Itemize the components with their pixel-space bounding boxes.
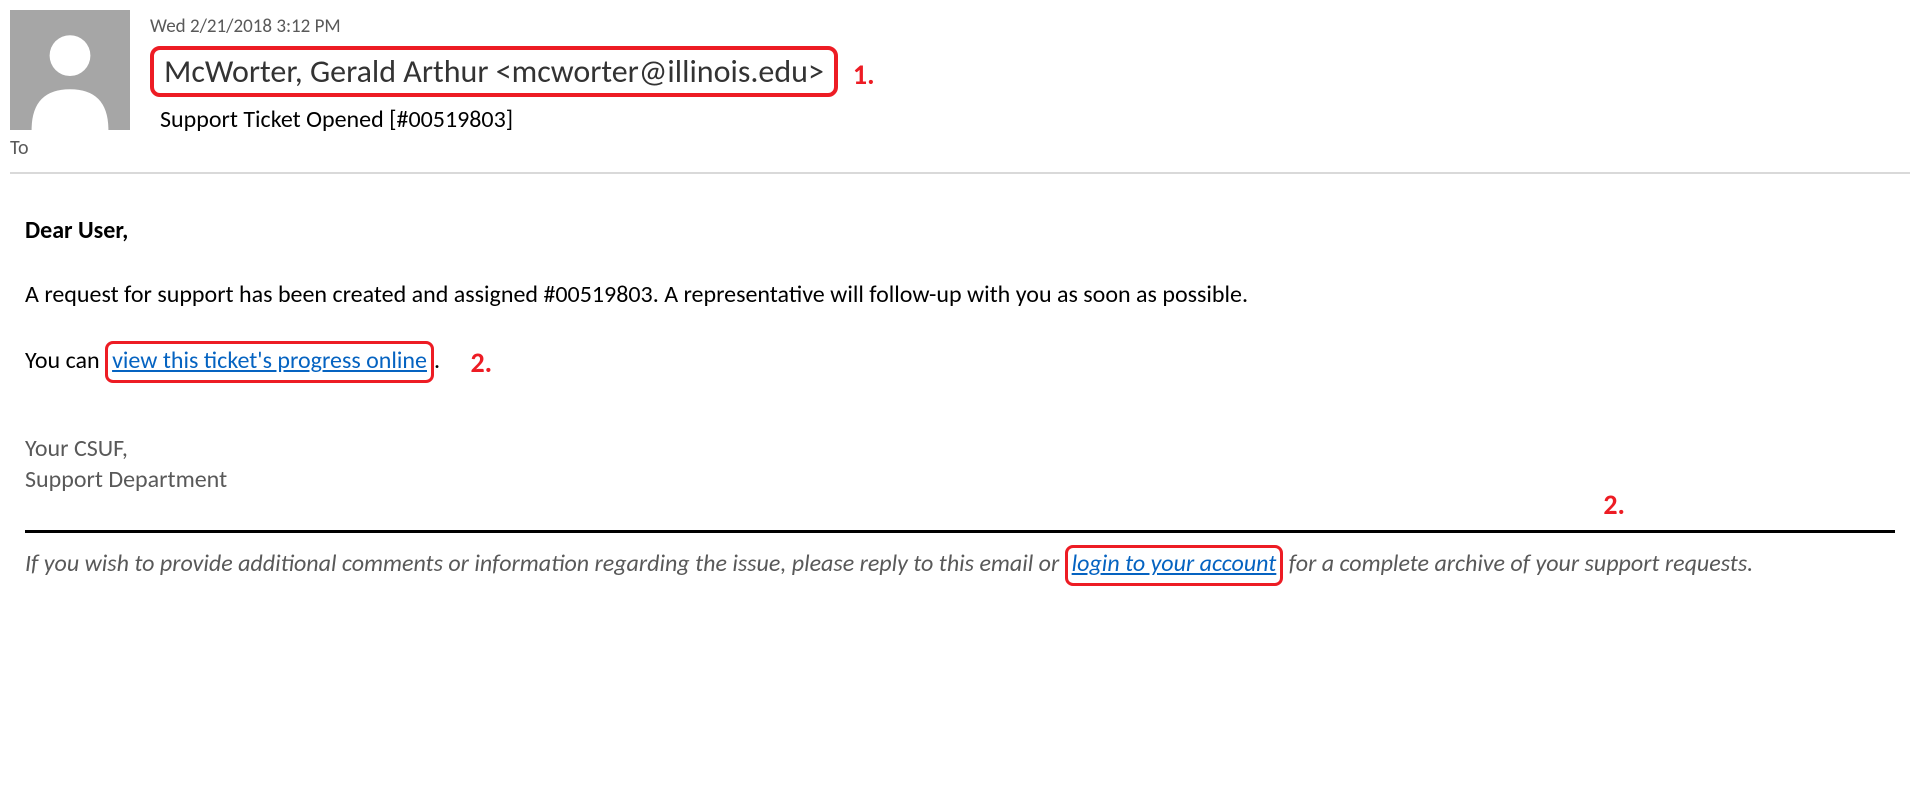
email-body: Dear User, A request for support has bee…: [10, 214, 1910, 586]
login-account-link[interactable]: login to your account: [1072, 549, 1277, 578]
body-paragraph-1: A request for support has been created a…: [25, 278, 1895, 312]
link-highlight-box: view this ticket's progress online: [105, 341, 434, 383]
header-info: Wed 2/21/2018 3:12 PM McWorter, Gerald A…: [150, 10, 1910, 134]
para2-post-text: .: [434, 346, 440, 375]
email-header: Wed 2/21/2018 3:12 PM McWorter, Gerald A…: [10, 10, 1910, 134]
email-date: Wed 2/21/2018 3:12 PM: [150, 15, 1910, 38]
footer-post-text: for a complete archive of your support r…: [1283, 549, 1753, 578]
annotation-2b: 2.: [1603, 487, 1625, 522]
annotation-2: 2.: [470, 343, 492, 382]
sender-highlight-box: McWorter, Gerald Arthur <mcworter@illino…: [150, 46, 838, 97]
view-ticket-link[interactable]: view this ticket's progress online: [112, 346, 427, 375]
sender-name: McWorter, Gerald Arthur <mcworter@illino…: [164, 52, 824, 91]
signature-line-1: Your CSUF,: [25, 433, 1895, 464]
annotation-1: 1.: [853, 57, 875, 92]
footer-divider: [25, 530, 1895, 533]
email-container: Wed 2/21/2018 3:12 PM McWorter, Gerald A…: [0, 0, 1920, 586]
to-label: To: [10, 136, 1910, 160]
footer-text: If you wish to provide additional commen…: [25, 545, 1895, 585]
para2-pre-text: You can: [25, 346, 105, 375]
greeting: Dear User,: [25, 214, 1895, 248]
footer-link-highlight-box: login to your account: [1065, 545, 1284, 585]
avatar-icon: [10, 10, 130, 130]
header-divider: [10, 172, 1910, 174]
email-subject: Support Ticket Opened [#00519803]: [160, 105, 1910, 134]
footer-pre-text: If you wish to provide additional commen…: [25, 549, 1065, 578]
body-paragraph-2: You can view this ticket's progress onli…: [25, 341, 1895, 383]
